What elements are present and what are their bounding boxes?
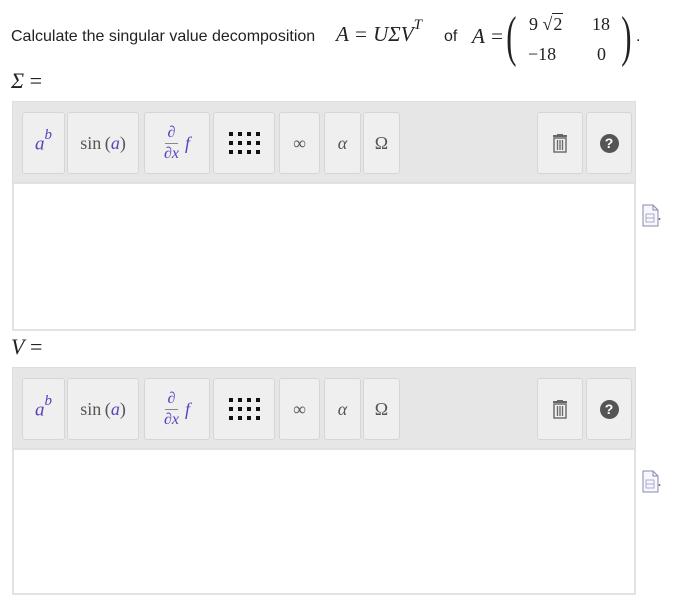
power-exp: b [44, 127, 53, 144]
derivative-button[interactable]: ∂ ∂x f [144, 112, 210, 174]
matrix-cell-r2c2: 0 [597, 44, 606, 64]
deriv-num: ∂ [164, 124, 179, 144]
help-circle-icon: ? [599, 399, 619, 419]
matrix-cell-r1c1-radicand: 2 [552, 13, 564, 34]
matrix-grid-icon [228, 132, 260, 154]
sigma-eq: = [29, 68, 42, 93]
document-icon[interactable] [641, 470, 661, 494]
sin-button[interactable]: sin (a) [67, 378, 139, 440]
sigma-label: Σ = [11, 68, 42, 94]
question-text: Calculate the singular value decompositi… [11, 28, 316, 45]
infinity-button[interactable]: ∞ [279, 378, 320, 440]
power-base: a [35, 399, 45, 421]
question: Calculate the singular value decompositi… [11, 0, 691, 80]
document-icon[interactable] [641, 204, 661, 228]
matrix-cell-r1c2: 18 [592, 14, 610, 34]
alpha-symbol: α [337, 398, 348, 419]
sin-button[interactable]: sin (a) [67, 112, 139, 174]
power-button[interactable]: ab [22, 112, 65, 174]
trash-icon [553, 133, 567, 153]
question-end-punct: . [636, 28, 641, 45]
infinity-button[interactable]: ∞ [279, 112, 320, 174]
sin-arg: a [110, 132, 120, 153]
svd-equation: A = UΣVT [336, 17, 422, 47]
omega-symbol: Ω [374, 398, 389, 419]
deriv-den: ∂x [163, 410, 179, 428]
question-of-label: of [444, 28, 458, 45]
deriv-num: ∂ [164, 390, 179, 410]
sqrt-symbol: √2 [542, 13, 564, 34]
alpha-symbol: α [337, 132, 348, 153]
v-label: V = [11, 334, 42, 360]
sigma-input[interactable] [12, 183, 636, 331]
greek-omega-button[interactable]: Ω [363, 112, 400, 174]
power-exp: b [44, 393, 53, 410]
v-input[interactable] [12, 449, 636, 595]
clear-button[interactable] [537, 112, 583, 174]
greek-omega-button[interactable]: Ω [363, 378, 400, 440]
sin-fn: sin [80, 132, 102, 153]
sin-arg: a [110, 398, 120, 419]
sin-fn: sin [80, 398, 102, 419]
greek-alpha-button[interactable]: α [324, 378, 361, 440]
infinity-symbol: ∞ [293, 398, 306, 419]
matrix-cell-r1c1-coef: 9 [529, 14, 538, 34]
derivative-button[interactable]: ∂ ∂x f [144, 378, 210, 440]
v-eq: = [29, 334, 43, 359]
matrix-button[interactable] [213, 112, 275, 174]
matrix-grid-icon [228, 398, 260, 420]
help-circle-icon: ? [599, 133, 619, 153]
matrix-button[interactable] [213, 378, 275, 440]
matrix-a-label: A = [472, 24, 504, 48]
deriv-f: f [185, 132, 191, 153]
left-paren: ( [506, 6, 517, 68]
v-symbol: V [11, 334, 25, 359]
greek-alpha-button[interactable]: α [324, 112, 361, 174]
trash-icon [553, 399, 567, 419]
right-paren: ) [621, 6, 632, 68]
power-base: a [35, 133, 45, 155]
matrix-cell-r2c1: −18 [528, 44, 557, 64]
matrix-a: ( 9 √2 18 −18 0 ) [506, 6, 632, 68]
clear-button[interactable] [537, 378, 583, 440]
help-button[interactable]: ? [586, 112, 632, 174]
sigma-symbol: Σ [11, 68, 25, 93]
omega-symbol: Ω [374, 132, 389, 153]
svd-equation-body: A = UΣV [336, 22, 414, 46]
power-button[interactable]: ab [22, 378, 65, 440]
matrix-cell-r1c1: 9 √2 [529, 13, 564, 35]
sigma-toolbar: ab sin (a) ∂ ∂x f ∞ α Ω ? [12, 101, 636, 183]
deriv-den: ∂x [163, 144, 179, 162]
v-toolbar: ab sin (a) ∂ ∂x f ∞ α Ω ? [12, 367, 636, 449]
infinity-symbol: ∞ [293, 132, 306, 153]
deriv-f: f [185, 398, 191, 419]
help-button[interactable]: ? [586, 378, 632, 440]
svd-equation-transpose: T [413, 17, 422, 33]
